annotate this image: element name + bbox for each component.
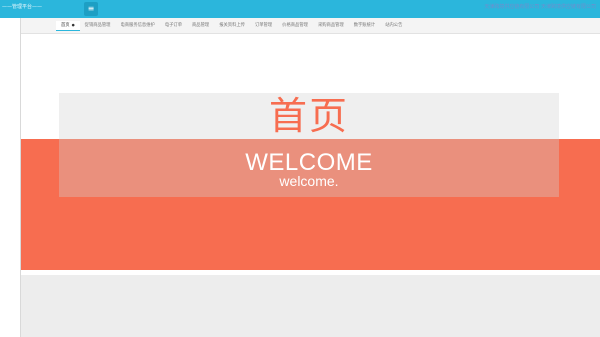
- main-content: 首页 WELCOME welcome.: [21, 34, 600, 337]
- hamburger-icon[interactable]: ≡: [84, 2, 98, 16]
- tab-bar: 首页 ● 促销商品管理 电商服务信息维护 电子订单 商品管理 报关资料上传 订单管…: [21, 18, 600, 34]
- tab-list: 首页 ● 促销商品管理 电商服务信息维护 电子订单 商品管理 报关资料上传 订单管…: [56, 21, 407, 31]
- page: ——管理平台—— ≡ 天津跨境供应链有限公司 天津跨境供应链有限公司 首页 ● 促…: [0, 0, 600, 337]
- tab-customs-upload[interactable]: 报关资料上传: [214, 21, 250, 31]
- tab-product-management[interactable]: 商品管理: [187, 21, 214, 31]
- tab-price-products[interactable]: 价格商品管理: [277, 21, 313, 31]
- tab-ecommerce-info[interactable]: 电商服务信息维护: [115, 21, 159, 31]
- tab-announcements[interactable]: 站内公告: [380, 21, 407, 31]
- app-title: ——管理平台——: [2, 4, 43, 10]
- tab-label: 首页: [61, 23, 70, 28]
- welcome-subheading: welcome.: [279, 173, 339, 189]
- left-sidebar: [0, 18, 21, 337]
- tab-order-management[interactable]: 订单管理: [250, 21, 277, 31]
- tab-home[interactable]: 首页 ●: [56, 21, 80, 31]
- tab-promo-products[interactable]: 促销商品管理: [80, 21, 116, 31]
- tab-close-icon[interactable]: ●: [72, 23, 75, 27]
- footer-area: [21, 275, 600, 337]
- tab-purchase-products[interactable]: 采购商品管理: [313, 21, 349, 31]
- tab-electronic-orders[interactable]: 电子订单: [160, 21, 187, 31]
- home-title: 首页: [268, 94, 349, 138]
- top-header: ——管理平台—— ≡ 天津跨境供应链有限公司 天津跨境供应链有限公司: [0, 0, 600, 18]
- header-company-info: 天津跨境供应链有限公司 天津跨境供应链有限公司: [484, 4, 596, 10]
- tab-statistics[interactable]: 数字账统计: [349, 21, 380, 31]
